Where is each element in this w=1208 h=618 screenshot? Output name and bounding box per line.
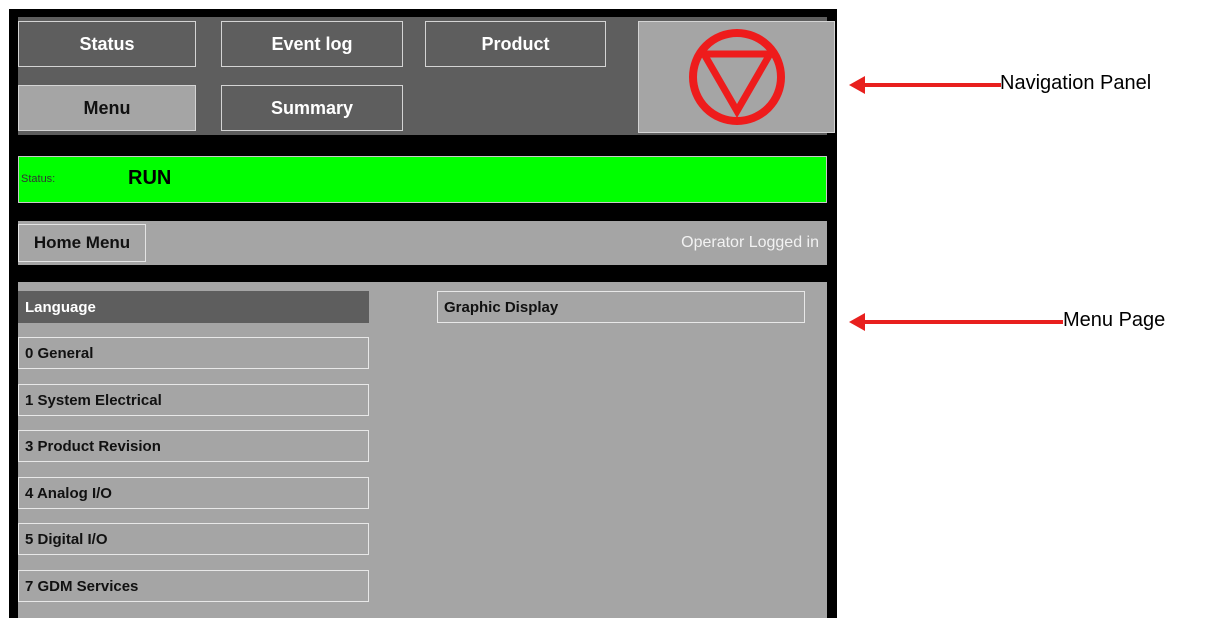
hmi-frame: Status Event log Product Menu Summary St… xyxy=(9,9,837,618)
navigation-panel-label: Navigation Panel xyxy=(1000,72,1152,94)
menu-button[interactable]: Menu xyxy=(18,85,196,131)
menu-item-gdm-services[interactable]: 7 GDM Services xyxy=(18,570,369,602)
summary-button[interactable]: Summary xyxy=(221,85,403,131)
event-log-button[interactable]: Event log xyxy=(221,21,403,67)
stop-triangle-icon xyxy=(688,29,785,125)
stop-button[interactable] xyxy=(638,21,835,133)
status-button[interactable]: Status xyxy=(18,21,196,67)
product-button[interactable]: Product xyxy=(425,21,606,67)
arrow-line xyxy=(863,83,1001,87)
arrow-line xyxy=(863,320,1063,324)
menu-item-system-electrical[interactable]: 1 System Electrical xyxy=(18,384,369,416)
status-label: Status: xyxy=(21,173,56,185)
menu-item-digital-io[interactable]: 5 Digital I/O xyxy=(18,523,369,555)
menu-page-annotation: Menu Page xyxy=(849,307,1208,337)
menu-page: Language 0 General 1 System Electrical 3… xyxy=(18,282,827,618)
status-value: RUN xyxy=(128,167,172,189)
login-status: Operator Logged in xyxy=(681,234,819,251)
menu-item-general[interactable]: 0 General xyxy=(18,337,369,369)
navigation-panel: Status Event log Product Menu Summary xyxy=(18,17,835,135)
status-bar: Status: RUN xyxy=(18,156,827,203)
menu-page-label: Menu Page xyxy=(1063,309,1166,331)
menu-header: Home Menu Operator Logged in xyxy=(18,221,827,265)
menu-item-product-revision[interactable]: 3 Product Revision xyxy=(18,430,369,462)
menu-item-analog-io[interactable]: 4 Analog I/O xyxy=(18,477,369,509)
navigation-panel-annotation: Navigation Panel xyxy=(849,70,1208,100)
home-menu-button[interactable]: Home Menu xyxy=(18,224,146,262)
menu-item-graphic-display[interactable]: Graphic Display xyxy=(437,291,805,323)
menu-item-language[interactable]: Language xyxy=(18,291,369,323)
